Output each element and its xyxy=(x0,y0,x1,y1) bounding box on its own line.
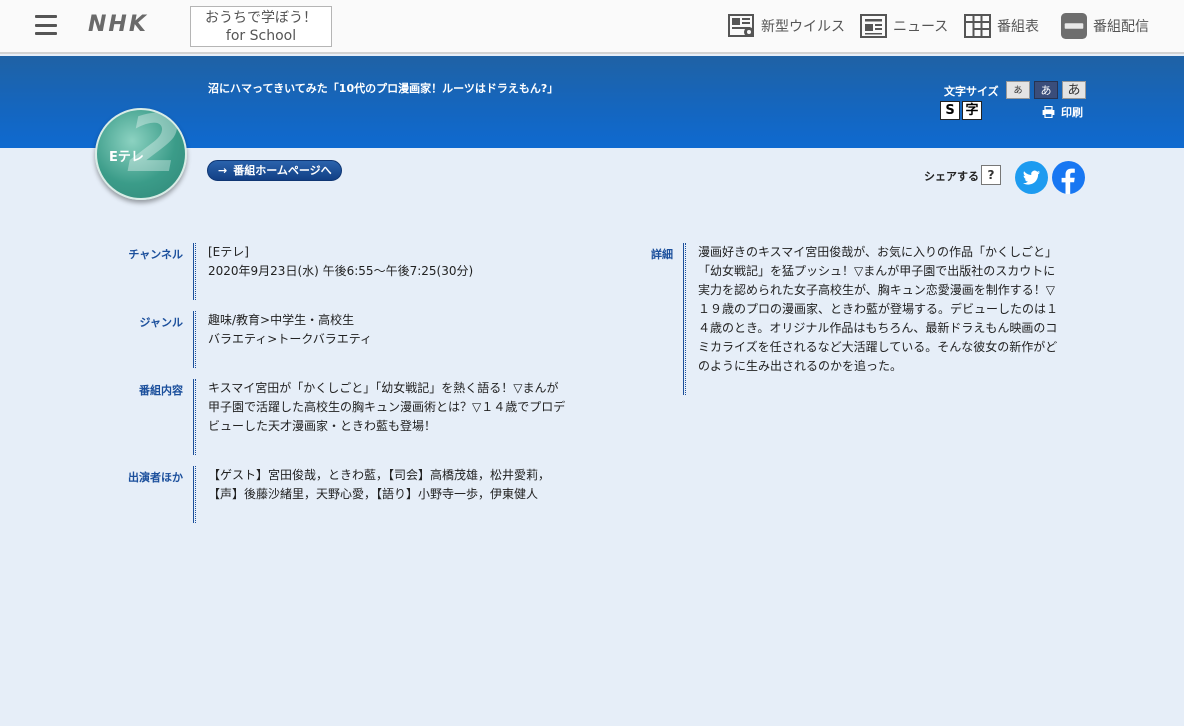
detail-line: 実力を認められた女子高校生が、胸キュン恋愛漫画を制作する！▽ xyxy=(698,283,1055,297)
etele-channel-logo: 2 Eテレ xyxy=(95,108,187,200)
detail-line: 漫画好きのキスマイ宮田俊哉が、お気に入りの作品「かくしごと」 xyxy=(698,245,1058,259)
detail-label: 詳細 xyxy=(651,248,673,261)
program-title: 沼にハマってきいてみた「10代のプロ漫画家！ルーツはドラえもん?」 xyxy=(208,82,559,95)
channel-value: [Eテレ] 2020年9月23日(水) 午後6:55〜午後7:25(30分) xyxy=(208,243,473,281)
program-homepage-button[interactable]: → 番組ホームページへ xyxy=(207,160,342,181)
newspaper-icon xyxy=(860,14,887,38)
cast-line: 【声】後藤沙緒里，天野心愛，【語り】小野寺一歩，伊東健人 xyxy=(208,487,539,501)
detail-divider xyxy=(683,243,686,395)
channel-divider xyxy=(193,243,196,300)
font-size-small-button[interactable]: あ xyxy=(1006,81,1030,99)
ruby-ji-button[interactable]: 字 xyxy=(962,101,982,120)
program-homepage-label: 番組ホームページへ xyxy=(233,164,332,177)
nav-program-table-label: 番組表 xyxy=(997,19,1039,35)
nhk-logo[interactable]: NHK xyxy=(88,12,148,37)
content-divider xyxy=(193,379,196,455)
nhk-plus-icon xyxy=(1061,13,1087,39)
cast-value: 【ゲスト】宮田俊哉，ときわ藍，【司会】高橋茂雄，松井愛莉， 【声】後藤沙緒里，天… xyxy=(208,466,550,504)
font-size-large-button[interactable]: あ xyxy=(1062,81,1086,99)
genre-value: 趣味/教育>中学生・高校生 バラエティ>トークバラエティ xyxy=(208,311,372,349)
nav-streaming[interactable]: 番組配信 xyxy=(1060,12,1149,40)
print-button[interactable]: 印刷 xyxy=(1042,104,1083,120)
font-size-label: 文字サイズ xyxy=(944,85,999,98)
content-line: キスマイ宮田が「かくしごと」「幼女戦記」を熱く語る！▽まんが xyxy=(208,381,559,395)
nav-streaming-label: 番組配信 xyxy=(1093,19,1149,35)
cast-label: 出演者ほか xyxy=(128,471,183,484)
ruby-s-button[interactable]: S xyxy=(940,101,960,120)
program-grid-icon xyxy=(964,14,991,38)
menu-icon[interactable] xyxy=(35,15,57,35)
genre-line: 趣味/教育>中学生・高校生 xyxy=(208,313,355,327)
twitter-share-button[interactable] xyxy=(1015,161,1048,194)
print-label: 印刷 xyxy=(1061,106,1083,119)
detail-line: ４歳のとき。オリジナル作品はもちろん、最新ドラえもん映画のコ xyxy=(698,321,1058,335)
nav-virus[interactable]: 新型ウイルス xyxy=(728,12,845,40)
content-value: キスマイ宮田が「かくしごと」「幼女戦記」を熱く語る！▽まんが 甲子園で活躍した高… xyxy=(208,379,565,436)
facebook-share-button[interactable] xyxy=(1052,161,1085,194)
detail-value: 漫画好きのキスマイ宮田俊哉が、お気に入りの作品「かくしごと」 「幼女戦記」を猛プ… xyxy=(698,243,1058,376)
detail-line: 「幼女戦記」を猛プッシュ！▽まんが甲子園で出版社のスカウトに xyxy=(698,264,1056,278)
share-help-button[interactable]: ? xyxy=(981,165,1001,185)
detail-line: １９歳のプロの漫画家、ときわ藍が登場する。デビューしたのは１ xyxy=(698,302,1059,316)
genre-label: ジャンル xyxy=(139,316,183,329)
printer-icon xyxy=(1042,106,1055,118)
school-banner-link[interactable]: おうちで学ぼう！ for School xyxy=(190,6,332,47)
twitter-icon xyxy=(1023,170,1040,185)
facebook-icon xyxy=(1061,168,1075,194)
virus-news-icon xyxy=(728,14,754,37)
genre-divider xyxy=(193,311,196,368)
nav-program-table[interactable]: 番組表 xyxy=(964,12,1039,40)
channel-label: チャンネル xyxy=(128,248,183,261)
channel-line: 2020年9月23日(水) 午後6:55〜午後7:25(30分) xyxy=(208,264,474,278)
school-banner-line2: for School xyxy=(225,28,297,44)
channel-line: [Eテレ] xyxy=(208,245,249,259)
etele-channel-label: Eテレ xyxy=(109,150,144,165)
top-header: NHK おうちで学ぼう！ for School 新型ウイルス ニュース 番組表 … xyxy=(0,0,1184,54)
detail-line: のように生み出されるのかを追った。 xyxy=(698,359,903,373)
detail-line: ミカライズを任されるなど大活躍している。そんな彼女の新作がど xyxy=(698,340,1058,354)
font-size-medium-button[interactable]: あ xyxy=(1034,81,1058,99)
arrow-right-icon: → xyxy=(218,164,228,177)
content-line: 甲子園で活躍した高校生の胸キュン漫画術とは？▽１４歳でプロデ xyxy=(208,400,566,414)
cast-divider xyxy=(193,466,196,523)
content-line: ビューした天才漫画家・ときわ藍も登場！ xyxy=(208,419,437,433)
share-label: シェアする xyxy=(924,170,979,183)
nav-news[interactable]: ニュース xyxy=(860,12,948,40)
nav-virus-label: 新型ウイルス xyxy=(761,19,845,35)
content-label: 番組内容 xyxy=(139,384,183,397)
nav-news-label: ニュース xyxy=(893,19,949,35)
school-banner-line1: おうちで学ぼう！ xyxy=(205,10,317,26)
genre-line: バラエティ>トークバラエティ xyxy=(208,332,373,346)
cast-line: 【ゲスト】宮田俊哉，ときわ藍，【司会】高橋茂雄，松井愛莉， xyxy=(208,468,551,482)
